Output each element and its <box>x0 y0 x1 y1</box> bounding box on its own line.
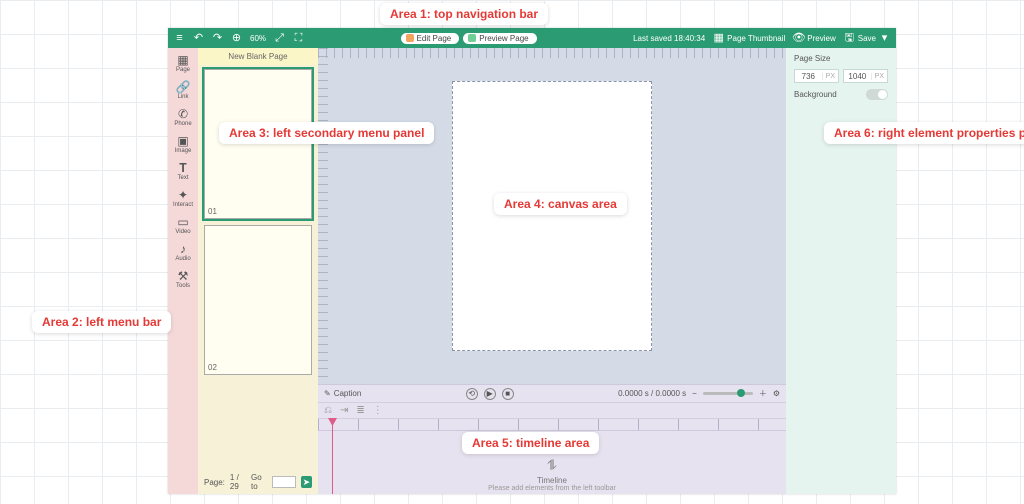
link-icon: 🔗 <box>176 81 191 93</box>
timeline-empty-state: ⥮ Timeline Please add elements from the … <box>488 457 616 492</box>
tl-tool-1[interactable]: ⎌ <box>324 405 332 416</box>
page-thumbnail-button[interactable]: ▦ Page Thumbnail <box>713 33 785 44</box>
caption-toggle[interactable]: ✎ Caption <box>324 389 361 398</box>
zoom-reset-icon[interactable]: ⊕ <box>231 33 242 44</box>
left-secondary-panel: New Blank Page 01 02 Page: 1 / 29 Go to … <box>198 48 318 494</box>
annotation-area-3: Area 3: left secondary menu panel <box>219 122 434 144</box>
app-window: ≡ ↶ ↷ ⊕ 60% ⤢ ⛶ Edit Page Preview Page L… <box>168 28 896 494</box>
redo-icon[interactable]: ↷ <box>212 33 223 44</box>
page-icon: ▦ <box>177 54 188 66</box>
edit-page-icon <box>406 34 414 42</box>
left-menu-video[interactable]: ▭Video <box>168 214 198 237</box>
canvas-area[interactable] <box>318 48 786 384</box>
right-properties-panel: Page Size 736PX 1040PX Background <box>786 48 896 494</box>
thumbnail-icon: ▦ <box>713 33 724 44</box>
timeline-zoom-slider[interactable] <box>703 392 753 395</box>
eye-icon: 👁 <box>793 33 804 44</box>
annotation-area-1: Area 1: top navigation bar <box>380 3 548 25</box>
zoom-in-icon[interactable]: ＋ <box>759 388 767 399</box>
timeline-settings-icon[interactable]: ⚙ <box>773 389 780 398</box>
page-thumbnail-02[interactable]: 02 <box>204 225 312 375</box>
annotation-area-4: Area 4: canvas area <box>494 193 627 215</box>
image-icon: ▣ <box>177 135 188 147</box>
left-menu-page[interactable]: ▦Page <box>168 52 198 75</box>
timeline-playhead[interactable] <box>332 419 333 494</box>
annotation-area-5: Area 5: timeline area <box>462 432 599 454</box>
zoom-out-icon[interactable]: − <box>692 389 697 398</box>
preview-button[interactable]: 👁 Preview <box>793 33 835 44</box>
video-icon: ▭ <box>177 216 188 228</box>
zoom-level[interactable]: 60% <box>250 34 266 43</box>
edit-page-label: Edit Page <box>417 34 452 43</box>
rewind-button[interactable]: ⟲ <box>466 388 478 400</box>
undo-icon[interactable]: ↶ <box>193 33 204 44</box>
preview-page-label: Preview Page <box>479 34 528 43</box>
annotation-area-2: Area 2: left menu bar <box>32 311 171 333</box>
timeline-empty-icon: ⥮ <box>488 457 616 474</box>
time-readout: 0.0000 s / 0.0000 s <box>618 389 686 398</box>
background-toggle[interactable] <box>866 89 888 100</box>
tl-tool-4[interactable]: ⋮ <box>373 405 383 416</box>
goto-input[interactable] <box>272 476 296 488</box>
annotation-area-6: Area 6: right element properties panel <box>824 122 1024 144</box>
left-menu-audio[interactable]: ♪Audio <box>168 241 198 264</box>
page-thumbnail-01[interactable]: 01 <box>204 69 312 219</box>
page-label: Page: <box>204 478 225 487</box>
phone-icon: ✆ <box>178 108 188 120</box>
caption-icon: ✎ <box>324 389 331 398</box>
left-menu-tools[interactable]: ⚒Tools <box>168 268 198 291</box>
canvas-page[interactable] <box>452 81 652 351</box>
tl-tool-3[interactable]: ≣ <box>356 405 364 416</box>
new-blank-page-header[interactable]: New Blank Page <box>198 48 318 65</box>
edit-page-tab[interactable]: Edit Page <box>401 33 460 44</box>
page-width-field[interactable]: 736PX <box>794 69 839 83</box>
page-counter: 1 / 29 <box>230 473 246 491</box>
preview-page-icon <box>468 34 476 42</box>
timeline-ruler[interactable] <box>318 419 786 431</box>
goto-label: Go to <box>251 473 267 491</box>
chevron-down-icon: ▾ <box>879 33 890 44</box>
menu-icon[interactable]: ≡ <box>174 33 185 44</box>
left-menu-text[interactable]: 𝐓Text <box>168 160 198 183</box>
tl-tool-2[interactable]: ⇥ <box>340 405 348 416</box>
audio-icon: ♪ <box>180 243 186 255</box>
page-size-label: Page Size <box>794 54 888 63</box>
stop-button[interactable]: ■ <box>502 388 514 400</box>
left-menu-image[interactable]: ▣Image <box>168 133 198 156</box>
preview-page-tab[interactable]: Preview Page <box>463 33 536 44</box>
left-menu-interact[interactable]: ✦Interact <box>168 187 198 210</box>
timeline-track-area[interactable]: ⥮ Timeline Please add elements from the … <box>318 419 786 494</box>
text-icon: 𝐓 <box>179 162 187 174</box>
left-menu-bar: ▦Page 🔗Link ✆Phone ▣Image 𝐓Text ✦Interac… <box>168 48 198 494</box>
last-saved-text: Last saved 18:40:34 <box>633 34 705 43</box>
goto-button[interactable]: ➤ <box>301 476 312 488</box>
tools-icon: ⚒ <box>178 270 189 282</box>
save-icon: 🖫 <box>844 33 855 44</box>
page-height-field[interactable]: 1040PX <box>843 69 888 83</box>
fullscreen-icon[interactable]: ⛶ <box>293 33 304 44</box>
top-nav-bar: ≡ ↶ ↷ ⊕ 60% ⤢ ⛶ Edit Page Preview Page L… <box>168 28 896 48</box>
left-menu-link[interactable]: 🔗Link <box>168 79 198 102</box>
interact-icon: ✦ <box>178 189 188 201</box>
background-label: Background <box>794 90 837 99</box>
fit-icon[interactable]: ⤢ <box>274 33 285 44</box>
page-footer: Page: 1 / 29 Go to ➤ <box>198 470 318 494</box>
save-button[interactable]: 🖫 Save ▾ <box>844 33 890 44</box>
play-button[interactable]: ▶ <box>484 388 496 400</box>
left-menu-phone[interactable]: ✆Phone <box>168 106 198 129</box>
